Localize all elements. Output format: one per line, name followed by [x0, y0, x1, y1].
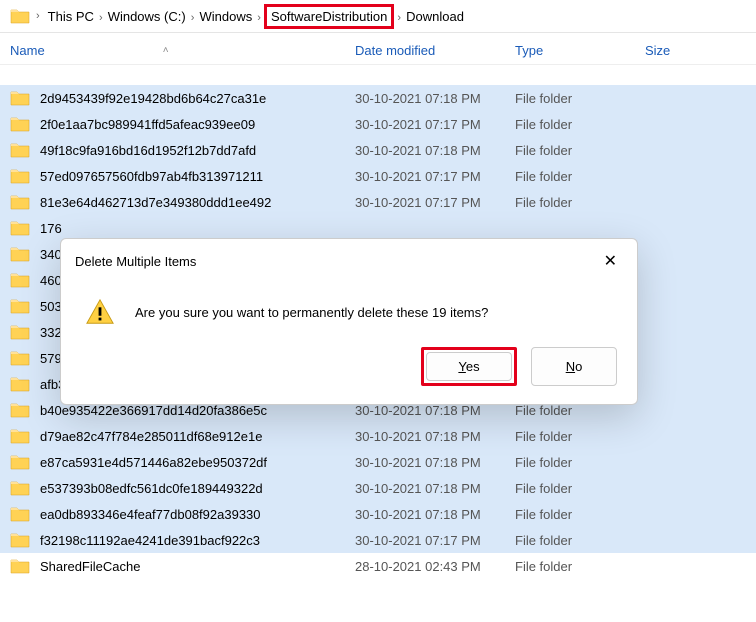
folder-icon — [10, 324, 30, 340]
file-row[interactable]: ea0db893346e4feaf77db08f92a3933030-10-20… — [0, 501, 756, 527]
file-date: 30-10-2021 07:17 PM — [355, 533, 515, 548]
file-date: 30-10-2021 07:17 PM — [355, 169, 515, 184]
folder-icon — [10, 402, 30, 418]
column-size[interactable]: Size — [645, 43, 746, 58]
file-type: File folder — [515, 533, 645, 548]
file-date: 30-10-2021 07:18 PM — [355, 91, 515, 106]
folder-icon — [10, 454, 30, 470]
file-type: File folder — [515, 507, 645, 522]
column-name[interactable]: Name˄ — [10, 43, 355, 58]
file-type: File folder — [515, 455, 645, 470]
folder-icon — [10, 350, 30, 366]
file-name: 57ed097657560fdb97ab4fb313971211 — [40, 169, 355, 184]
folder-icon — [10, 298, 30, 314]
column-type[interactable]: Type — [515, 43, 645, 58]
folder-icon — [10, 506, 30, 522]
folder-icon — [10, 376, 30, 392]
file-name: 2f0e1aa7bc989941ffd5afeac939ee09 — [40, 117, 355, 132]
file-name: 81e3e64d462713d7e349380ddd1ee492 — [40, 195, 355, 210]
file-name: ea0db893346e4feaf77db08f92a39330 — [40, 507, 355, 522]
file-row[interactable]: 57ed097657560fdb97ab4fb31397121130-10-20… — [0, 163, 756, 189]
folder-icon — [10, 532, 30, 548]
file-name: d79ae82c47f784e285011df68e912e1e — [40, 429, 355, 444]
yes-button[interactable]: Yes — [426, 352, 512, 381]
file-type: File folder — [515, 429, 645, 444]
folder-icon — [10, 142, 30, 158]
folder-icon — [10, 116, 30, 132]
dialog-message: Are you sure you want to permanently del… — [135, 305, 488, 320]
file-row[interactable]: 2f0e1aa7bc989941ffd5afeac939ee0930-10-20… — [0, 111, 756, 137]
folder-icon — [10, 480, 30, 496]
file-type: File folder — [515, 559, 645, 574]
chevron-right-icon: › — [36, 10, 40, 22]
file-row[interactable]: e87ca5931e4d571446a82ebe950372df30-10-20… — [0, 449, 756, 475]
dialog-title: Delete Multiple Items — [75, 254, 196, 269]
folder-icon — [10, 90, 30, 106]
folder-icon — [10, 428, 30, 444]
delete-dialog: Delete Multiple Items ✕ Are you sure you… — [60, 238, 638, 405]
chevron-right-icon: › — [394, 12, 404, 24]
breadcrumb-item[interactable]: SoftwareDistribution — [264, 4, 394, 29]
file-type: File folder — [515, 117, 645, 132]
file-date: 28-10-2021 02:43 PM — [355, 559, 515, 574]
file-row[interactable]: 81e3e64d462713d7e349380ddd1ee49230-10-20… — [0, 189, 756, 215]
file-row[interactable]: e537393b08edfc561dc0fe189449322d30-10-20… — [0, 475, 756, 501]
file-name: e87ca5931e4d571446a82ebe950372df — [40, 455, 355, 470]
folder-icon — [10, 272, 30, 288]
chevron-right-icon: › — [254, 12, 264, 24]
file-name: e537393b08edfc561dc0fe189449322d — [40, 481, 355, 496]
file-date: 30-10-2021 07:18 PM — [355, 507, 515, 522]
file-date: 30-10-2021 07:18 PM — [355, 429, 515, 444]
breadcrumb-item[interactable]: Download — [404, 7, 466, 26]
folder-icon — [10, 168, 30, 184]
file-date: 30-10-2021 07:18 PM — [355, 481, 515, 496]
file-type: File folder — [515, 481, 645, 496]
file-row[interactable]: SharedFileCache28-10-2021 02:43 PMFile f… — [0, 553, 756, 579]
no-button[interactable]: No — [531, 347, 617, 386]
file-type: File folder — [515, 143, 645, 158]
column-date[interactable]: Date modified — [355, 43, 515, 58]
file-name: 176 — [40, 221, 355, 236]
file-row[interactable]: 2d9453439f92e19428bd6b64c27ca31e30-10-20… — [0, 85, 756, 111]
file-name: SharedFileCache — [40, 559, 355, 574]
folder-icon — [10, 220, 30, 236]
file-row[interactable]: 49f18c9fa916bd16d1952f12b7dd7afd30-10-20… — [0, 137, 756, 163]
folder-icon — [10, 558, 30, 574]
file-name: 2d9453439f92e19428bd6b64c27ca31e — [40, 91, 355, 106]
file-type: File folder — [515, 91, 645, 106]
file-name: 49f18c9fa916bd16d1952f12b7dd7afd — [40, 143, 355, 158]
sort-indicator-icon: ˄ — [163, 45, 169, 56]
yes-highlight: Yes — [421, 347, 517, 386]
warning-icon — [85, 297, 115, 327]
folder-icon — [10, 246, 30, 262]
breadcrumb-item[interactable]: Windows — [197, 7, 254, 26]
file-date: 30-10-2021 07:17 PM — [355, 195, 515, 210]
chevron-right-icon: › — [96, 12, 106, 24]
file-row[interactable]: d79ae82c47f784e285011df68e912e1e30-10-20… — [0, 423, 756, 449]
folder-icon — [10, 8, 30, 24]
file-date: 30-10-2021 07:17 PM — [355, 117, 515, 132]
folder-icon — [10, 194, 30, 210]
breadcrumb-item[interactable]: Windows (C:) — [106, 7, 188, 26]
file-date: 30-10-2021 07:18 PM — [355, 143, 515, 158]
file-row[interactable]: f32198c11192ae4241de391bacf922c330-10-20… — [0, 527, 756, 553]
breadcrumb-item[interactable]: This PC — [46, 7, 96, 26]
file-type: File folder — [515, 195, 645, 210]
breadcrumb: › This PC › Windows (C:) › Windows › Sof… — [0, 0, 756, 33]
close-icon[interactable]: ✕ — [598, 249, 623, 273]
file-date: 30-10-2021 07:18 PM — [355, 455, 515, 470]
file-name: f32198c11192ae4241de391bacf922c3 — [40, 533, 355, 548]
file-type: File folder — [515, 169, 645, 184]
column-headers: Name˄ Date modified Type Size — [0, 33, 756, 65]
